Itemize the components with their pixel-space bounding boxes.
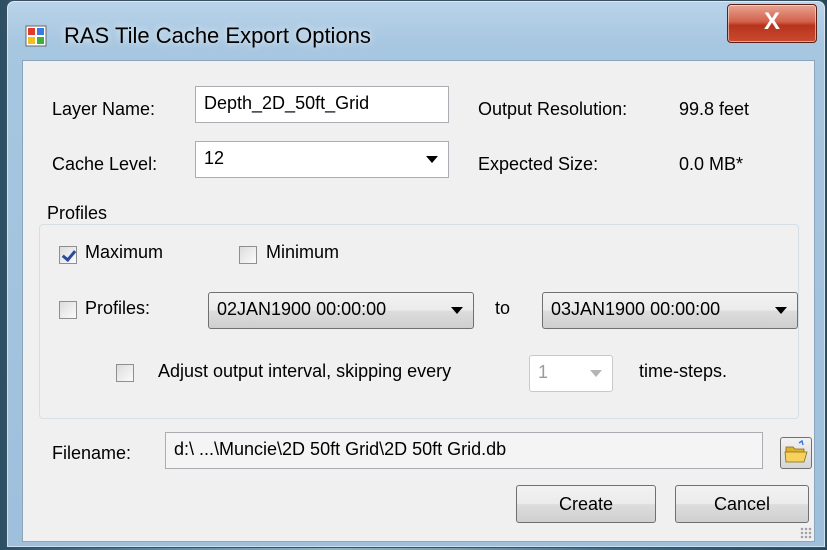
filename-field[interactable]: d:\ ...\Muncie\2D 50ft Grid\2D 50ft Grid… — [165, 432, 763, 469]
profiles-checkbox[interactable] — [59, 301, 77, 319]
title-bar[interactable]: RAS Tile Cache Export Options X — [7, 1, 825, 61]
profiles-label: Profiles: — [85, 298, 151, 318]
minimum-checkbox[interactable] — [239, 246, 257, 264]
profiles-group-title: Profiles — [43, 203, 112, 224]
output-resolution-value: 99.8 feet — [679, 99, 750, 119]
interval-value: 1 — [538, 362, 549, 382]
time-steps-label: time-steps. — [639, 361, 728, 381]
chevron-down-icon — [775, 307, 787, 314]
resize-grip[interactable] — [800, 527, 812, 539]
browse-button[interactable] — [780, 437, 812, 469]
window-title: RAS Tile Cache Export Options — [64, 23, 371, 48]
create-button[interactable]: Create — [516, 485, 656, 523]
cancel-button[interactable]: Cancel — [675, 485, 809, 523]
dialog-window: RAS Tile Cache Export Options X Layer Na… — [6, 0, 826, 548]
close-icon: X — [763, 8, 780, 35]
open-folder-icon — [784, 439, 808, 463]
cache-level-label: Cache Level: — [52, 154, 158, 174]
maximum-checkbox[interactable] — [59, 246, 77, 264]
profile-end-select[interactable]: 03JAN1900 00:00:00 — [542, 292, 798, 329]
dialog-body: Layer Name: Depth_2D_50ft_Grid Output Re… — [22, 60, 815, 542]
minimum-label: Minimum — [266, 242, 340, 262]
maximum-label: Maximum — [85, 242, 164, 262]
expected-size-value: 0.0 MB* — [679, 154, 744, 174]
to-label: to — [495, 298, 511, 318]
adjust-interval-label: Adjust output interval, skipping every — [158, 361, 452, 381]
chevron-down-icon — [451, 307, 463, 314]
close-button[interactable]: X — [727, 4, 817, 43]
interval-select[interactable]: 1 — [529, 355, 613, 392]
profile-start-value: 02JAN1900 00:00:00 — [217, 299, 387, 319]
chevron-down-icon — [590, 370, 602, 377]
profile-start-select[interactable]: 02JAN1900 00:00:00 — [208, 292, 474, 329]
filename-label: Filename: — [52, 443, 132, 463]
chevron-down-icon — [426, 156, 438, 163]
output-resolution-label: Output Resolution: — [478, 99, 628, 119]
layer-name-label: Layer Name: — [52, 99, 156, 119]
profile-end-value: 03JAN1900 00:00:00 — [551, 299, 721, 319]
cache-level-value: 12 — [204, 148, 225, 168]
expected-size-label: Expected Size: — [478, 154, 599, 174]
cache-level-select[interactable]: 12 — [195, 141, 449, 178]
app-icon — [25, 25, 47, 47]
adjust-interval-checkbox[interactable] — [116, 364, 134, 382]
layer-name-input[interactable]: Depth_2D_50ft_Grid — [195, 86, 449, 123]
